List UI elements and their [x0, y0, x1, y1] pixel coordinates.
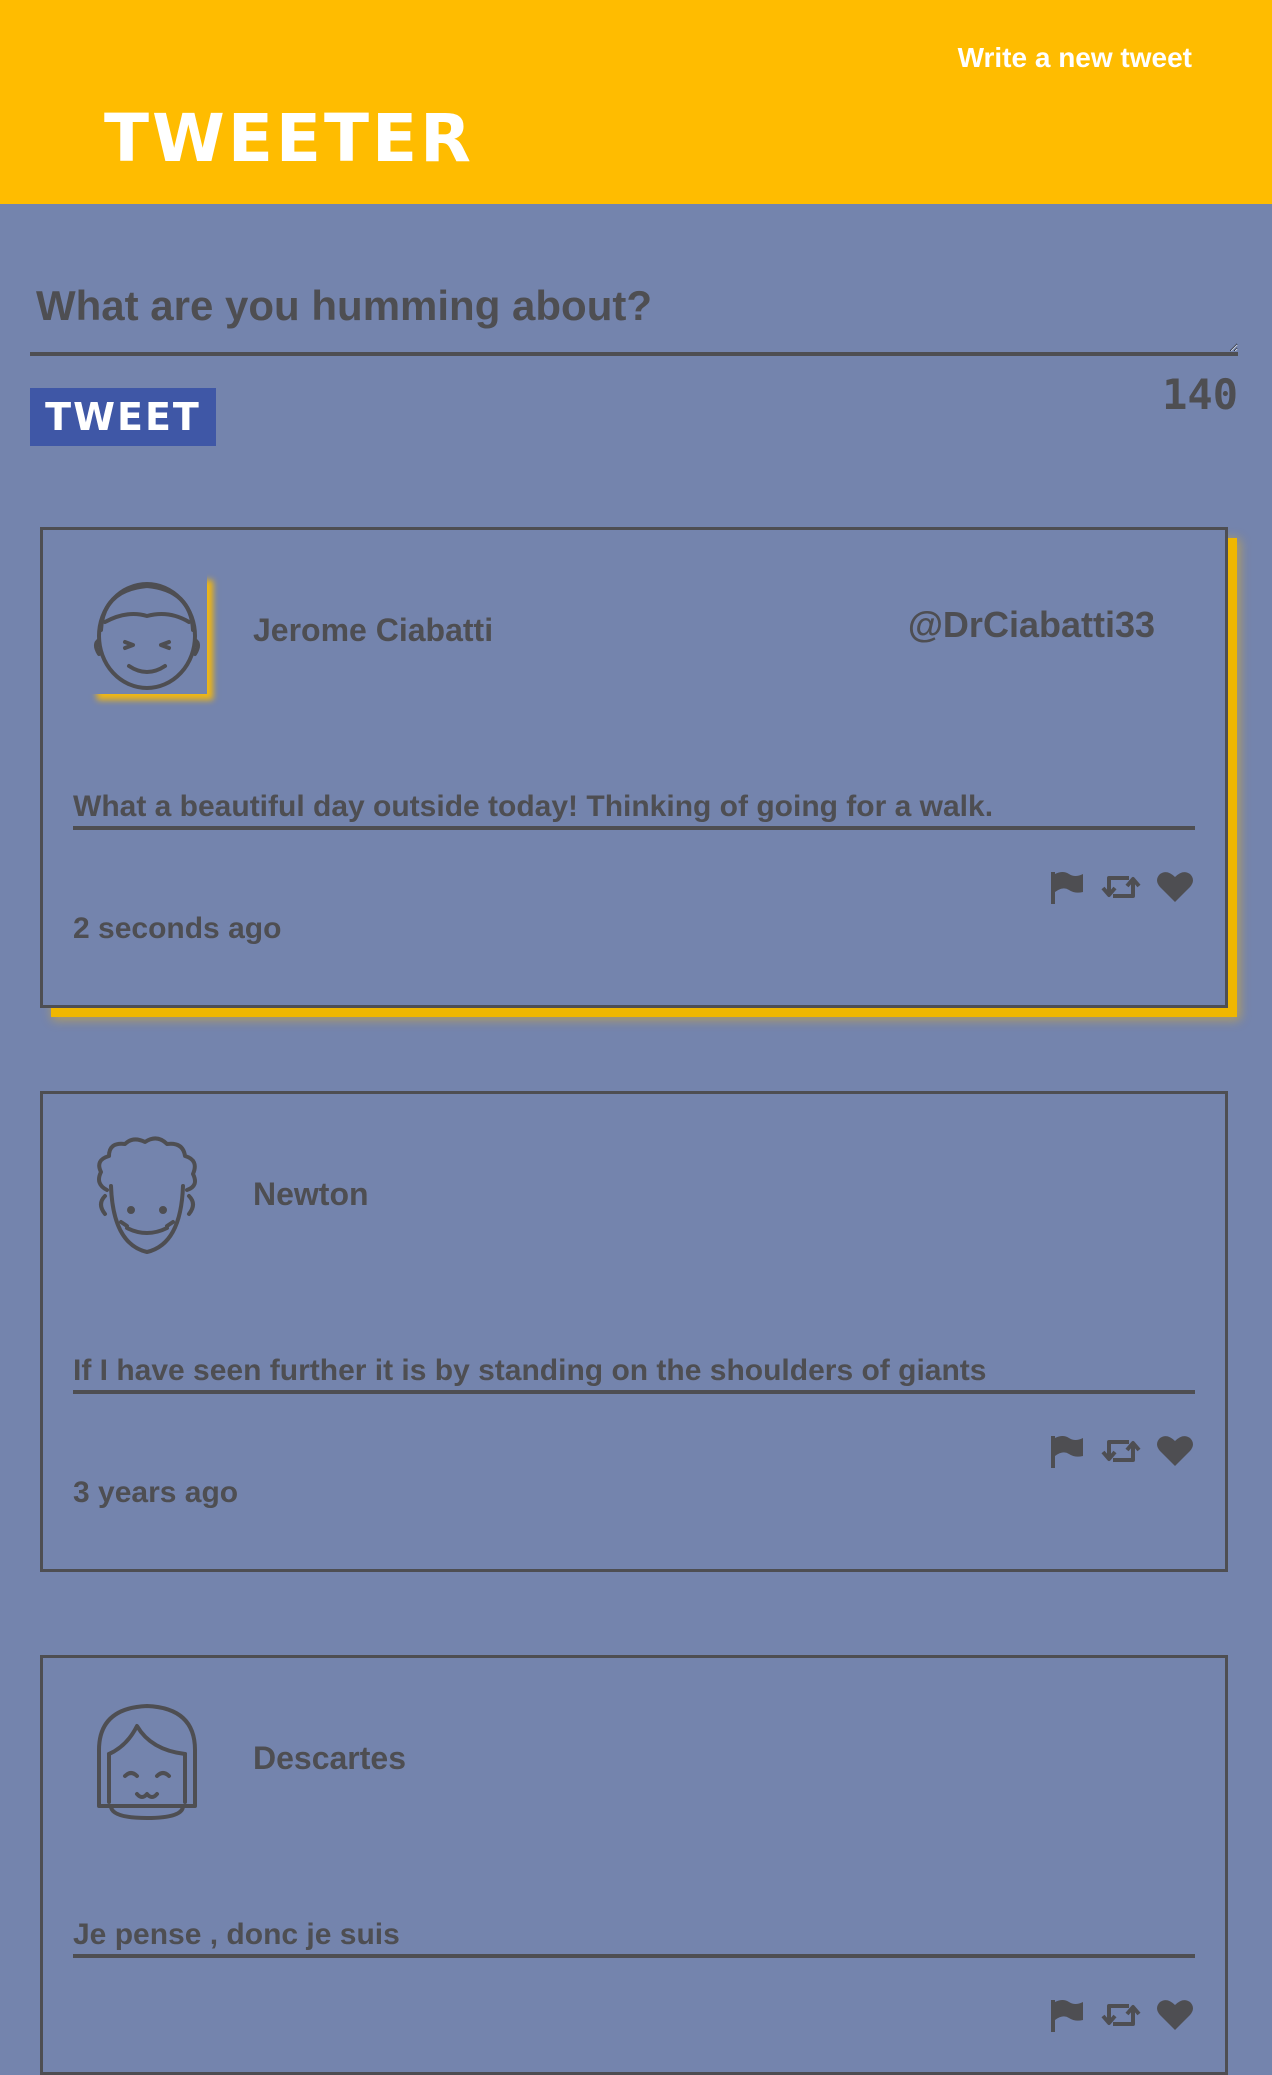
tweet-content: Je pense , donc je suis [73, 1918, 1195, 1958]
compose-form: TWEET 140 [30, 272, 1238, 446]
retweet-icon[interactable] [1101, 1434, 1141, 1468]
tweet-actions [1047, 870, 1195, 904]
flag-icon[interactable] [1047, 870, 1087, 904]
tweet-content: If I have seen further it is by standing… [73, 1354, 1195, 1394]
heart-icon[interactable] [1155, 1434, 1195, 1468]
tweet-author-handle: @DrCiabatti33 [907, 604, 1155, 645]
tweet-actions [1047, 1434, 1195, 1468]
tweet-content: What a beautiful day outside today! Thin… [73, 790, 1195, 830]
tweet-author-name: Jerome Ciabatti [253, 612, 494, 648]
tweet-author-name: Descartes [253, 1740, 406, 1776]
retweet-icon[interactable] [1101, 870, 1141, 904]
curly-hair-face-icon [87, 1134, 207, 1258]
heart-icon[interactable] [1155, 1998, 1195, 2032]
flag-icon[interactable] [1047, 1434, 1087, 1468]
tweet-card: Descartes Je pense , donc je suis [40, 1655, 1228, 2075]
tweet-card: Jerome Ciabatti @DrCiabatti33 What a bea… [40, 527, 1228, 1008]
tweet-timestamp: 2 seconds ago [73, 912, 282, 945]
tweet-submit-button[interactable]: TWEET [30, 388, 216, 446]
character-counter: 140 [1162, 370, 1238, 419]
brand-logo: TWEETER [104, 100, 474, 177]
tweet-textarea[interactable] [30, 272, 1238, 356]
retweet-icon[interactable] [1101, 1998, 1141, 2032]
smiling-face-icon [87, 570, 207, 694]
tweet-actions [1047, 1998, 1195, 2032]
top-navbar: TWEETER Write a new tweet [0, 0, 1272, 204]
tweet-card: Newton If I have seen further it is by s… [40, 1091, 1228, 1572]
heart-icon[interactable] [1155, 870, 1195, 904]
write-new-tweet-link[interactable]: Write a new tweet [958, 42, 1192, 74]
flag-icon[interactable] [1047, 1998, 1087, 2032]
tweet-timestamp: 3 years ago [73, 1476, 239, 1509]
bob-hair-face-icon [87, 1698, 207, 1822]
tweet-author-name: Newton [253, 1176, 369, 1212]
